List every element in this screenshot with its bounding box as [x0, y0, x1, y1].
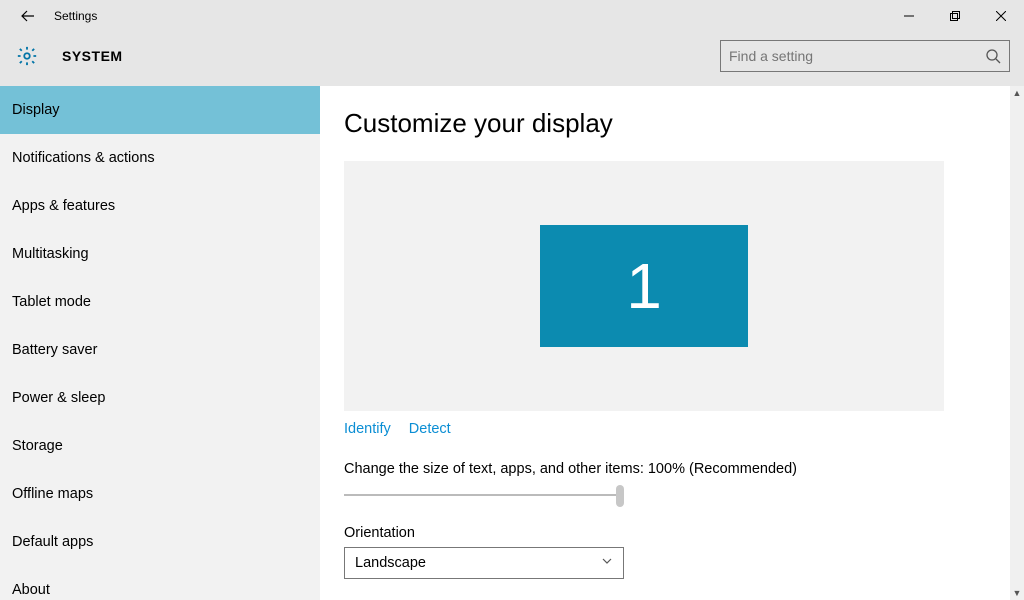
- monitor-actions: Identify Detect: [344, 421, 964, 437]
- sidebar-item-label: Default apps: [12, 534, 93, 550]
- scale-slider[interactable]: [344, 483, 624, 507]
- back-arrow-icon: [20, 8, 36, 24]
- sidebar-item-label: About: [12, 582, 50, 598]
- sidebar-item-storage[interactable]: Storage: [0, 422, 320, 470]
- sidebar: Display Notifications & actions Apps & fea…: [0, 86, 320, 600]
- sidebar-item-label: Apps & features: [12, 198, 115, 214]
- sidebar-item-label: Power & sleep: [12, 390, 106, 406]
- slider-thumb[interactable]: [616, 485, 624, 507]
- sidebar-item-apps-features[interactable]: Apps & features: [0, 182, 320, 230]
- monitor-number: 1: [626, 249, 662, 323]
- scale-label: Change the size of text, apps, and other…: [344, 461, 964, 477]
- sidebar-item-label: Display: [12, 102, 60, 118]
- minimize-button[interactable]: [886, 0, 932, 32]
- window-title: Settings: [54, 9, 97, 23]
- minimize-icon: [904, 11, 914, 21]
- sidebar-item-label: Battery saver: [12, 342, 97, 358]
- detect-link[interactable]: Detect: [409, 421, 451, 437]
- sidebar-item-label: Multitasking: [12, 246, 89, 262]
- chevron-down-icon: [601, 555, 613, 571]
- titlebar: Settings: [0, 0, 1024, 32]
- content-pane: Customize your display 1 Identify Detect…: [320, 86, 1024, 600]
- sidebar-item-label: Offline maps: [12, 486, 93, 502]
- vertical-scrollbar[interactable]: ▲ ▼: [1010, 86, 1024, 600]
- sidebar-item-tablet-mode[interactable]: Tablet mode: [0, 278, 320, 326]
- monitor-1[interactable]: 1: [540, 225, 748, 347]
- sidebar-item-default-apps[interactable]: Default apps: [0, 518, 320, 566]
- orientation-dropdown[interactable]: Landscape: [344, 547, 624, 579]
- sidebar-item-label: Storage: [12, 438, 63, 454]
- orientation-value: Landscape: [355, 555, 426, 571]
- back-button[interactable]: [8, 0, 48, 32]
- sidebar-item-notifications-actions[interactable]: Notifications & actions: [0, 134, 320, 182]
- sidebar-item-power-sleep[interactable]: Power & sleep: [0, 374, 320, 422]
- sidebar-item-battery-saver[interactable]: Battery saver: [0, 326, 320, 374]
- slider-track: [344, 494, 624, 496]
- sidebar-item-label: Tablet mode: [12, 294, 91, 310]
- header: SYSTEM: [0, 32, 1024, 86]
- section-title: SYSTEM: [62, 48, 123, 64]
- sidebar-item-multitasking[interactable]: Multitasking: [0, 230, 320, 278]
- search-box[interactable]: [720, 40, 1010, 72]
- maximize-button[interactable]: [932, 0, 978, 32]
- scroll-down-arrow-icon[interactable]: ▼: [1010, 586, 1024, 600]
- identify-link[interactable]: Identify: [344, 421, 391, 437]
- search-input[interactable]: [729, 48, 985, 64]
- scroll-up-arrow-icon[interactable]: ▲: [1010, 86, 1024, 100]
- gear-icon: [14, 43, 40, 69]
- maximize-icon: [950, 11, 960, 21]
- sidebar-item-offline-maps[interactable]: Offline maps: [0, 470, 320, 518]
- sidebar-item-display[interactable]: Display: [0, 86, 320, 134]
- sidebar-item-about[interactable]: About: [0, 566, 320, 600]
- search-icon: [985, 48, 1001, 64]
- orientation-label: Orientation: [344, 525, 964, 541]
- sidebar-item-label: Notifications & actions: [12, 150, 155, 166]
- page-heading: Customize your display: [344, 108, 964, 139]
- close-button[interactable]: [978, 0, 1024, 32]
- monitor-preview-area[interactable]: 1: [344, 161, 944, 411]
- close-icon: [996, 11, 1006, 21]
